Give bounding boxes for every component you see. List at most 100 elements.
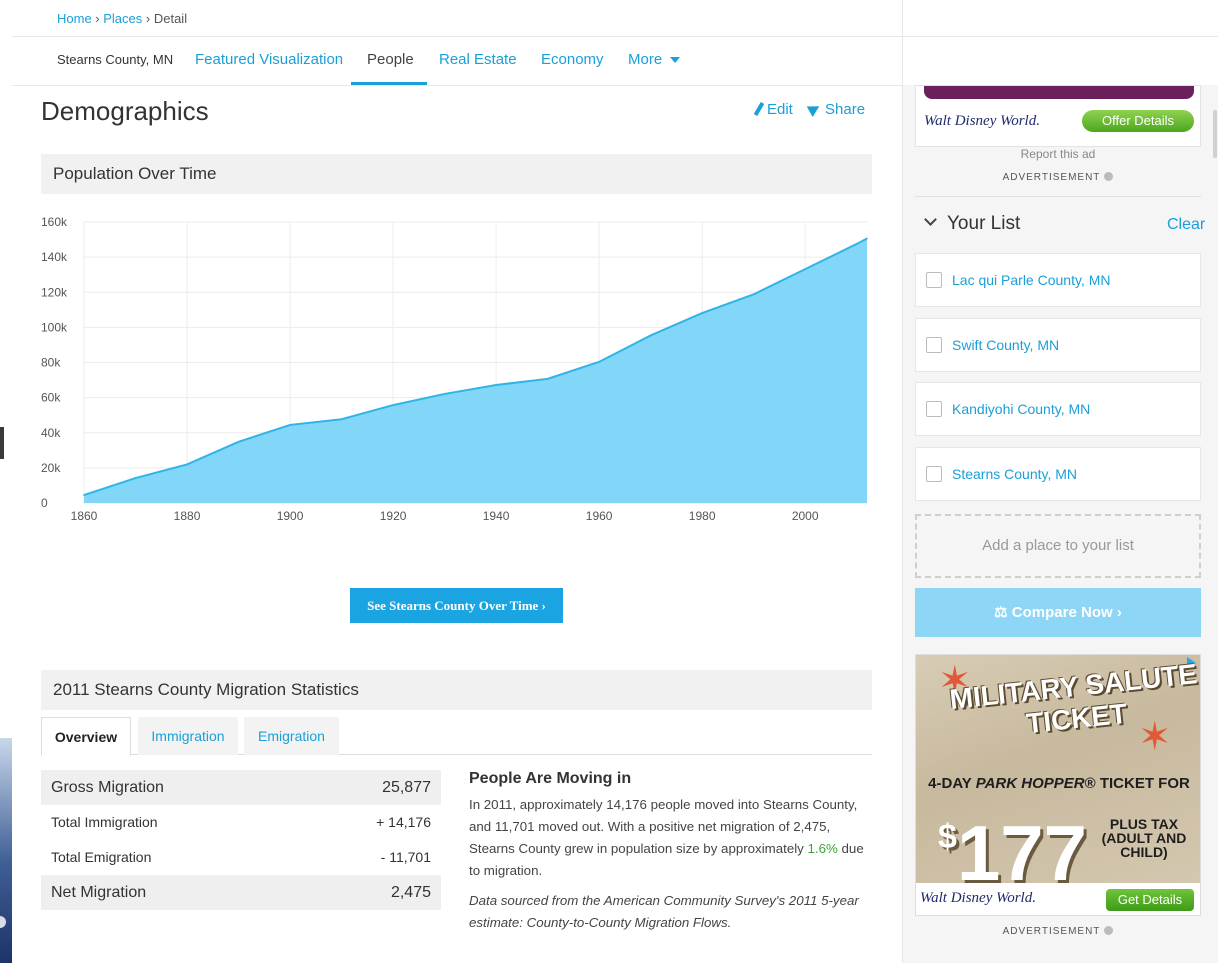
x-tick-label: 1940 — [483, 509, 510, 523]
data-point — [186, 463, 188, 466]
paper-plane-icon — [806, 101, 823, 117]
list-item-label[interactable]: Lac qui Parle County, MN — [952, 272, 1110, 288]
list-item[interactable]: Kandiyohi County, MN — [915, 382, 1201, 436]
share-button[interactable]: Share — [806, 101, 865, 118]
checkbox[interactable] — [926, 466, 942, 482]
ad-image-strip — [924, 86, 1194, 99]
advertisement-label: ADVERTISEMENT — [915, 172, 1201, 183]
nav-place-name: Stearns County, MN — [57, 52, 174, 67]
checkbox[interactable] — [926, 337, 942, 353]
ad-price: $177 — [938, 797, 1087, 893]
summary-title: People Are Moving in — [469, 770, 632, 787]
tab-people[interactable]: People — [367, 37, 414, 85]
compare-label: Compare Now — [1011, 604, 1113, 621]
report-ad-link[interactable]: Report this ad — [915, 147, 1201, 161]
pencil-icon — [753, 101, 765, 117]
data-point — [83, 494, 85, 496]
data-point — [855, 243, 858, 245]
left-edge-overflow — [0, 0, 12, 963]
tab-featured-visualization[interactable]: Featured Visualization — [195, 37, 343, 85]
add-place-dropzone[interactable]: Add a place to your list — [915, 514, 1201, 578]
tab-real-estate[interactable]: Real Estate — [439, 37, 517, 85]
data-point — [701, 312, 703, 314]
checkbox[interactable] — [926, 272, 942, 288]
your-list-toggle[interactable]: Your List — [924, 213, 1021, 235]
data-point — [495, 384, 497, 386]
x-tick-label: 1960 — [586, 509, 613, 523]
y-tick-label: 0 — [41, 496, 48, 510]
data-point — [866, 237, 868, 240]
table-row-gross: Gross Migration 25,877 — [41, 770, 441, 805]
ad-banner-bottom[interactable]: ✶ ✶ MILITARY SALUTE TICKET 4-DAY PARK HO… — [915, 654, 1201, 916]
edit-button[interactable]: Edit — [753, 101, 793, 118]
data-point — [546, 378, 549, 380]
summary-text: In 2011, approximately 14,176 people mov… — [469, 794, 874, 882]
info-icon[interactable] — [1104, 172, 1114, 181]
clear-list-button[interactable]: Clear — [1167, 216, 1205, 234]
row-label: Total Emigration — [51, 849, 152, 865]
row-value: 2,475 — [390, 884, 431, 901]
population-chart-svg: 0 20k 40k 60k 80k 100k 120k 140k 160k 1860 1880 190… — [41, 215, 868, 523]
data-point — [804, 268, 806, 270]
offer-details-button[interactable]: Offer Details — [1082, 110, 1194, 132]
x-tick-label: 1880 — [174, 509, 201, 523]
ad-banner-top[interactable]: Walt Disney World. Offer Details — [915, 85, 1201, 147]
population-chart: 0 20k 40k 60k 80k 100k 120k 140k 160k 1860 1880 190… — [41, 203, 872, 523]
tab-emigration[interactable]: Emigration — [244, 717, 339, 755]
list-item[interactable]: Stearns County, MN — [915, 447, 1201, 501]
summary-pct: 1.6% — [807, 841, 838, 856]
x-tick-label: 1920 — [380, 509, 407, 523]
tab-immigration[interactable]: Immigration — [138, 717, 238, 755]
see-over-time-button[interactable]: See Stearns County Over Time › — [350, 588, 563, 623]
sidebar-rule — [915, 196, 1201, 197]
caret-down-icon — [670, 57, 681, 64]
disney-logo: Walt Disney World. — [924, 113, 1040, 129]
tab-economy[interactable]: Economy — [541, 37, 604, 85]
list-item[interactable]: Lac qui Parle County, MN — [915, 253, 1201, 307]
ad-tax-note: PLUS TAX (ADULT AND CHILD) — [1101, 816, 1187, 860]
checkbox[interactable] — [926, 401, 942, 417]
row-value: + 14,176 — [376, 814, 431, 830]
breadcrumb-home[interactable]: Home — [57, 11, 92, 26]
migration-summary: People Are Moving in In 2011, approximat… — [469, 770, 874, 934]
row-label: Net Migration — [51, 884, 147, 901]
compare-now-button[interactable]: ⚖ Compare Now › — [915, 588, 1201, 637]
data-point — [237, 440, 240, 443]
advertisement-label: ADVERTISEMENT — [915, 926, 1201, 937]
data-point — [134, 477, 137, 479]
y-tick-label: 40k — [41, 426, 61, 440]
row-value: - 11,701 — [380, 849, 431, 865]
row-label: Gross Migration — [51, 779, 164, 796]
left-edge-strip — [0, 738, 12, 963]
row-label: Total Immigration — [51, 814, 158, 830]
list-item-label[interactable]: Kandiyohi County, MN — [952, 401, 1090, 417]
breadcrumb-detail: Detail — [153, 11, 188, 26]
x-tick-label: 1860 — [71, 509, 98, 523]
breadcrumb-sep: › — [91, 11, 104, 26]
list-item-label[interactable]: Swift County, MN — [952, 337, 1059, 353]
data-point — [752, 293, 755, 296]
tab-more[interactable]: More — [628, 37, 681, 85]
breadcrumb: Home › Places › Detail — [57, 11, 187, 26]
x-tick-label: 1980 — [689, 509, 716, 523]
ad-ticket-b: PARK HOPPER — [975, 775, 1085, 792]
data-point — [289, 424, 291, 426]
left-edge-dot — [0, 916, 6, 928]
migration-tabs: Overview Immigration Emigration — [41, 717, 872, 756]
list-item-label[interactable]: Stearns County, MN — [952, 466, 1077, 482]
y-tick-label: 20k — [41, 461, 61, 475]
your-list-title: Your List — [947, 213, 1021, 234]
page-title: Demographics — [41, 96, 209, 126]
population-heading: Population Over Time — [41, 154, 872, 194]
list-item[interactable]: Swift County, MN — [915, 318, 1201, 372]
tab-overview[interactable]: Overview — [41, 717, 131, 756]
breadcrumb-places[interactable]: Places — [103, 11, 142, 26]
tab-more-label: More — [628, 51, 663, 68]
edit-label: Edit — [767, 101, 793, 118]
scrollbar-thumb[interactable] — [1213, 110, 1217, 158]
get-details-button[interactable]: Get Details — [1106, 889, 1194, 911]
info-icon[interactable] — [1104, 926, 1114, 935]
row-value: 25,877 — [382, 779, 431, 796]
sidebar-divider — [902, 0, 903, 963]
population-area — [84, 238, 867, 503]
